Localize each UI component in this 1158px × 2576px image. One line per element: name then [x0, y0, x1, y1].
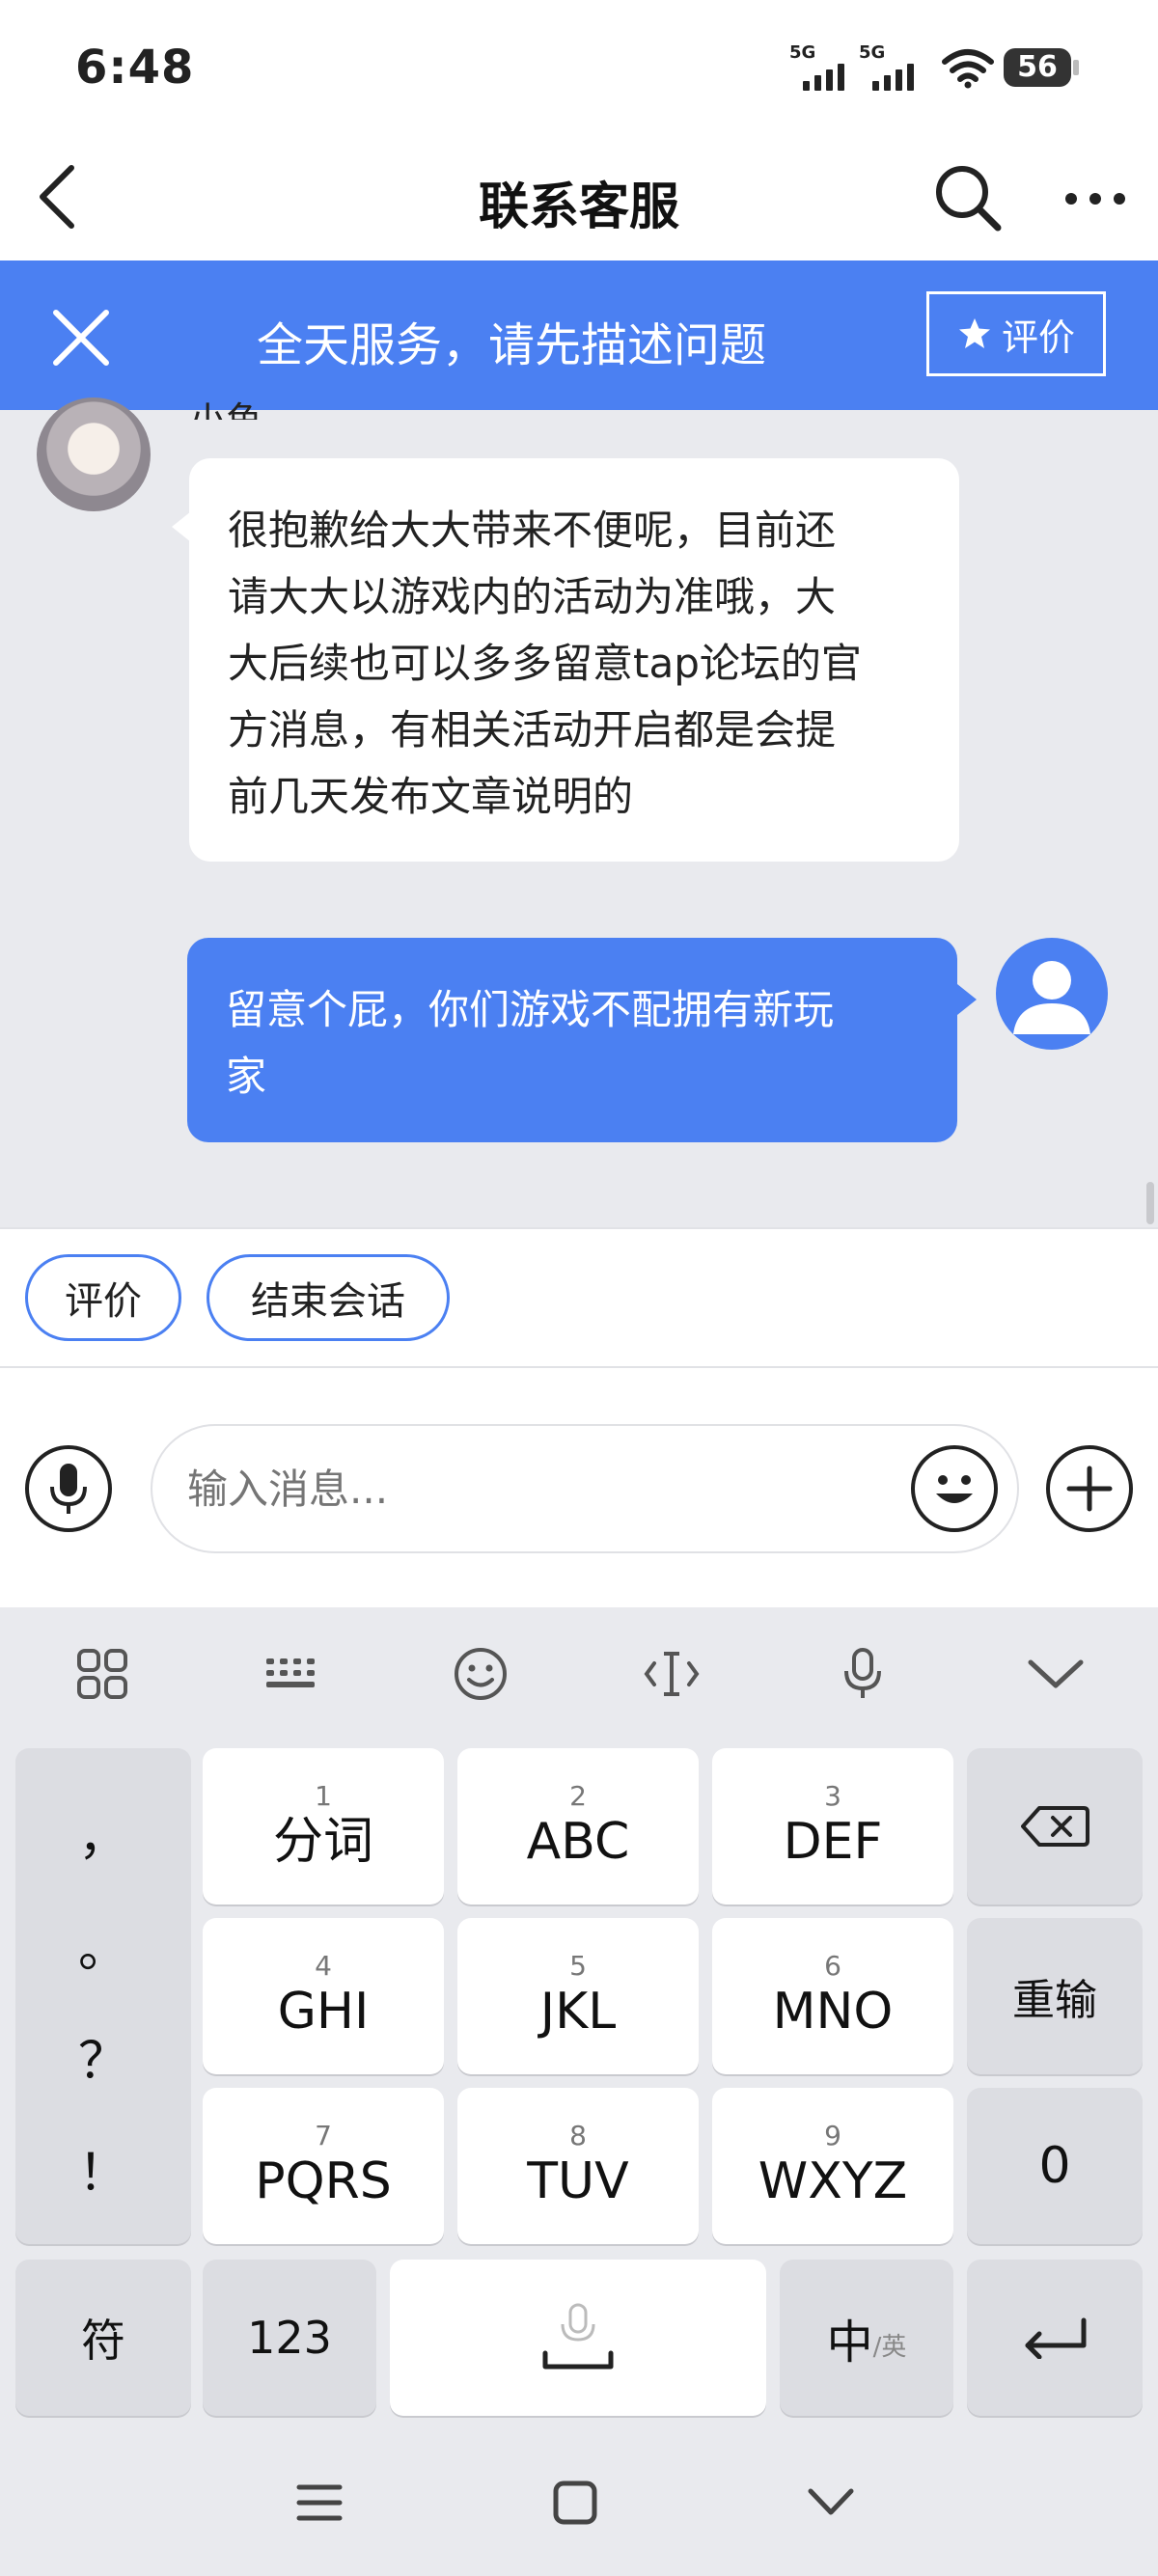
numeric-key[interactable]: 123: [203, 2260, 376, 2416]
key-2[interactable]: 2 ABC: [457, 1748, 699, 1905]
key-3[interactable]: 3 DEF: [712, 1748, 953, 1905]
key-8[interactable]: 8 TUV: [457, 2088, 699, 2244]
signal-icon: 5G: [859, 42, 917, 91]
emoji-button[interactable]: [911, 1445, 998, 1532]
hide-keyboard-button[interactable]: [1017, 1640, 1094, 1708]
chevron-down-icon: [1028, 1659, 1084, 1688]
wifi-icon: [942, 49, 994, 89]
rate-button[interactable]: 评价: [926, 291, 1106, 376]
search-icon[interactable]: [932, 162, 1004, 233]
punct-period[interactable]: 。: [15, 1908, 191, 1981]
smiley-icon: [455, 1648, 507, 1700]
user-avatar[interactable]: [996, 938, 1108, 1050]
bubble-tail: [957, 984, 977, 1015]
keyboard-emoji-button[interactable]: [442, 1640, 519, 1708]
message-line: 很抱歉给大大带来不便呢，目前还: [228, 507, 837, 554]
grid-icon: [77, 1649, 127, 1699]
attach-button[interactable]: [1046, 1445, 1133, 1532]
incoming-message[interactable]: 很抱歉给大大带来不便呢，目前还 请大大以游戏内的活动为准哦，大 大后续也可以多多…: [189, 458, 959, 862]
chat-scrollbar[interactable]: [1146, 1182, 1154, 1224]
key-1[interactable]: 1 分词: [203, 1748, 444, 1905]
key-4[interactable]: 4 GHI: [203, 1918, 444, 2074]
keyboard-menu-button[interactable]: [64, 1640, 141, 1708]
symbol-key[interactable]: 符: [15, 2260, 191, 2416]
plus-icon: [1066, 1466, 1113, 1512]
more-horizontal-icon[interactable]: [1062, 189, 1129, 208]
punct-exclaim[interactable]: ！: [15, 2132, 191, 2205]
chevron-down-icon[interactable]: [807, 2487, 855, 2518]
battery-indicator: 56: [1004, 48, 1079, 87]
key-5[interactable]: 5 JKL: [457, 1918, 699, 2074]
cursor-button[interactable]: [633, 1640, 710, 1708]
message-line: 大后续也可以多多留意tap论坛的官: [228, 640, 862, 687]
close-icon[interactable]: [50, 307, 112, 369]
text-cursor-icon: [644, 1652, 700, 1696]
message-input[interactable]: [151, 1424, 1019, 1553]
user-avatar-icon: [1013, 961, 1090, 1034]
banner-text: 全天服务，请先描述问题: [256, 318, 766, 372]
end-session-button[interactable]: 结束会话: [207, 1254, 450, 1341]
keyboard-voice-button[interactable]: [824, 1640, 901, 1708]
key-0[interactable]: 0: [967, 2088, 1143, 2244]
key-7[interactable]: 7 PQRS: [203, 2088, 444, 2244]
enter-icon: [1025, 2317, 1087, 2359]
smiley-icon: [936, 1475, 973, 1503]
star-icon: [958, 318, 990, 348]
rate-button-label: 评价: [1001, 315, 1075, 359]
keyboard-icon: [266, 1658, 315, 1687]
backspace-key[interactable]: [967, 1748, 1143, 1905]
signal-icon: 5G: [789, 42, 847, 91]
language-switch-key[interactable]: 中/英: [780, 2260, 953, 2416]
punctuation-column[interactable]: ， 。 ？ ！: [15, 1748, 191, 2244]
agent-avatar[interactable]: [37, 397, 151, 511]
punct-comma[interactable]: ，: [15, 1796, 191, 1869]
keyboard-layout-button[interactable]: [253, 1640, 330, 1708]
message-line: 请大大以游戏内的活动为准哦，大: [228, 573, 837, 620]
backspace-icon: [1021, 1806, 1089, 1847]
enter-key[interactable]: [967, 2260, 1143, 2416]
message-line: 留意个屁，你们游戏不配拥有新玩: [226, 986, 835, 1033]
reinput-key[interactable]: 重输: [967, 1918, 1143, 2074]
status-time: 6:48: [75, 41, 195, 95]
microphone-icon: [50, 1464, 87, 1514]
space-mic-icon: [542, 2303, 614, 2370]
menu-icon[interactable]: [295, 2481, 344, 2524]
outgoing-message[interactable]: 留意个屁，你们游戏不配拥有新玩 家: [187, 938, 957, 1142]
message-line: 方消息，有相关活动开启都是会提: [228, 706, 837, 754]
voice-input-button[interactable]: [25, 1445, 112, 1532]
agent-name: 小鱼: [189, 391, 262, 420]
key-6[interactable]: 6 MNO: [712, 1918, 953, 2074]
quick-rate-button[interactable]: 评价: [25, 1254, 181, 1341]
microphone-icon: [844, 1648, 881, 1698]
key-9[interactable]: 9 WXYZ: [712, 2088, 953, 2244]
message-line: 前几天发布文章说明的: [228, 773, 634, 820]
space-key[interactable]: [390, 2260, 766, 2416]
message-line: 家: [226, 1053, 267, 1100]
bubble-tail: [172, 511, 191, 542]
punct-question[interactable]: ？: [15, 2020, 191, 2093]
home-icon[interactable]: [552, 2480, 598, 2526]
